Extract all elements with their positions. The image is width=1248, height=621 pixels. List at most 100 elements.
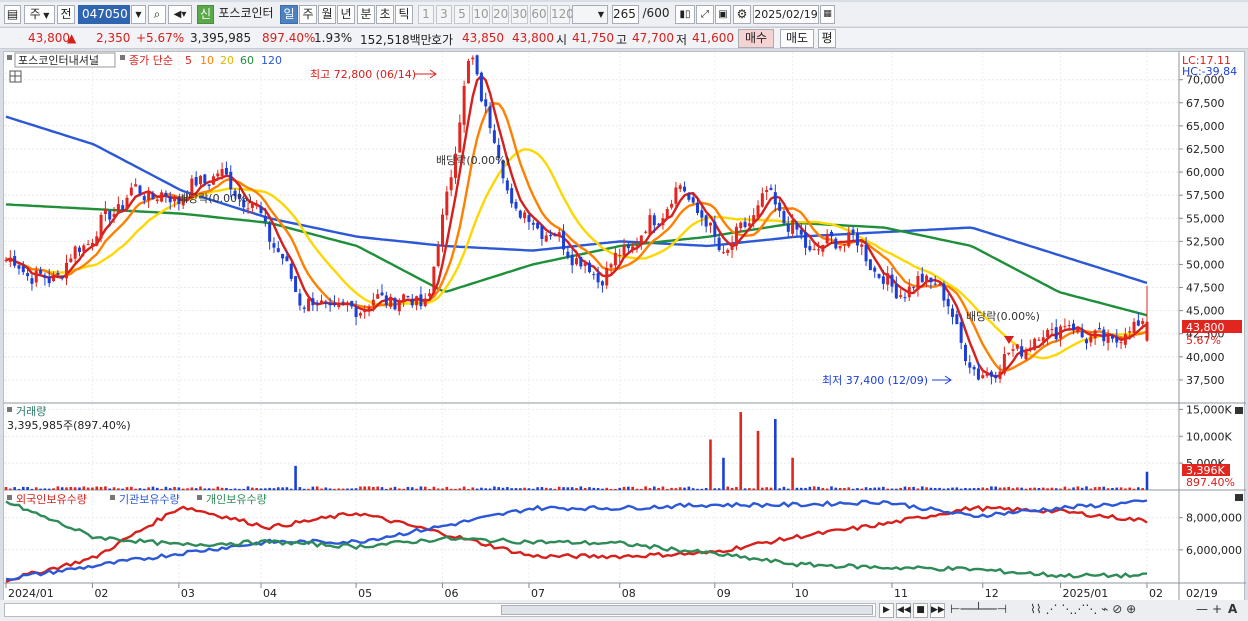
- zoom-out-icon[interactable]: —: [1196, 602, 1208, 616]
- candle-type-icon[interactable]: ▮▯: [675, 5, 695, 24]
- candle-body: [713, 221, 717, 237]
- volume-bar: [255, 488, 258, 490]
- scroll-forward-icon[interactable]: ▶▶: [930, 603, 945, 618]
- scroll-track[interactable]: [4, 603, 876, 617]
- scroll-right-icon[interactable]: ▶: [879, 603, 894, 618]
- volume-bar: [1076, 486, 1080, 490]
- candle-body: [1041, 337, 1045, 342]
- volume-bar: [432, 486, 436, 490]
- interval-button[interactable]: 1: [418, 5, 434, 24]
- period-tab[interactable]: 년: [337, 5, 355, 24]
- interval-button[interactable]: 60: [530, 5, 548, 24]
- interval-button[interactable]: 120: [550, 5, 574, 24]
- volume-bar: [523, 487, 526, 490]
- candle-body: [371, 299, 375, 306]
- volume-bar: [1115, 487, 1119, 490]
- panel-close-icon[interactable]: [1235, 494, 1243, 501]
- volume-bar: [912, 486, 915, 490]
- interval-button[interactable]: 3: [436, 5, 452, 24]
- scroll-back-icon[interactable]: ◀◀: [896, 603, 911, 618]
- candle-body: [942, 283, 946, 301]
- zoom-slider-icon[interactable]: ⊢──┴──⊣: [950, 602, 1007, 616]
- candle-body: [1115, 337, 1119, 343]
- volume-bar: [454, 488, 457, 490]
- font-size-icon[interactable]: A: [1228, 602, 1237, 616]
- volume-bar: [125, 487, 129, 490]
- buy-button[interactable]: 매수: [738, 29, 774, 48]
- code-dropdown-icon[interactable]: ▼: [131, 5, 146, 24]
- volume-bar: [186, 488, 189, 490]
- candle-body: [1046, 329, 1050, 338]
- search-icon[interactable]: ⌕: [148, 5, 166, 24]
- candle-body: [216, 173, 220, 177]
- period-tab[interactable]: 일: [280, 5, 298, 24]
- volume-bar: [938, 487, 941, 490]
- volume-bar: [670, 487, 673, 490]
- scroll-thumb[interactable]: [501, 605, 873, 615]
- draw-tool-icon[interactable]: ⤢: [696, 5, 714, 24]
- interval-button[interactable]: 20: [492, 5, 509, 24]
- gear-icon[interactable]: ⚙: [733, 5, 751, 24]
- volume-bar: [268, 487, 271, 490]
- interval-button[interactable]: 30: [511, 5, 528, 24]
- volume-bar: [298, 487, 302, 490]
- panel-close-icon[interactable]: [1235, 407, 1243, 414]
- market-select[interactable]: 주 ▼: [24, 5, 55, 24]
- credit-badge: 신: [197, 5, 214, 24]
- eval-button[interactable]: 평: [818, 29, 836, 48]
- candle-body: [691, 197, 695, 203]
- speaker-icon[interactable]: ◀▾: [168, 5, 192, 24]
- interval-select[interactable]: ▼: [572, 5, 608, 24]
- interval-button[interactable]: 10: [472, 5, 490, 24]
- candle-body: [747, 223, 751, 227]
- price-tick-label: 65,000: [1186, 120, 1225, 133]
- save-icon[interactable]: ▣: [715, 5, 731, 24]
- volume-bar: [1020, 487, 1023, 490]
- candle-body: [648, 215, 652, 235]
- candle-body: [125, 197, 129, 209]
- low-arrow-icon: [932, 375, 952, 385]
- candle-body: [263, 215, 267, 222]
- volume-bar: [1098, 486, 1101, 490]
- period-tab[interactable]: 월: [318, 5, 336, 24]
- volume-bar: [1050, 487, 1054, 490]
- current-price: 43,800: [28, 31, 70, 45]
- price-tick-label: 47,500: [1186, 282, 1225, 295]
- panel-bullet-icon: [197, 495, 202, 500]
- volume-bar: [557, 486, 561, 490]
- candle-body: [916, 276, 920, 290]
- candle-body: [514, 201, 518, 209]
- candle-body: [1089, 336, 1093, 343]
- period-tab[interactable]: 분: [357, 5, 375, 24]
- period-tab[interactable]: 초: [376, 5, 394, 24]
- volume-bar: [385, 488, 388, 490]
- period-tab[interactable]: 주: [299, 5, 317, 24]
- sell-button[interactable]: 매도: [780, 29, 814, 48]
- prev-button[interactable]: 전: [57, 5, 75, 24]
- chart-area[interactable]: 37,500 40,000 42,500 45,000 47,500 50,000 52,5…: [3, 51, 1246, 602]
- volume-bar: [899, 487, 902, 490]
- volume-bar: [181, 488, 185, 490]
- ex-dividend-label-1: 배당락(0.00%): [178, 192, 252, 205]
- change-value: 2,350: [96, 31, 131, 45]
- volume-bar: [990, 486, 993, 490]
- date-input[interactable]: 2025/02/19: [753, 5, 819, 24]
- stop-icon[interactable]: ■: [913, 603, 928, 618]
- volume-bar: [143, 488, 146, 490]
- zoom-in-icon[interactable]: +: [1212, 602, 1222, 616]
- calendar-icon[interactable]: ▦: [820, 5, 835, 24]
- candle-body: [881, 276, 885, 284]
- stock-code-input[interactable]: 047050: [78, 5, 130, 24]
- drawing-tools-icon[interactable]: ⌇⌇ ⋰ ⋱⋰⋱ ⌁ ⊘ ⊕: [1030, 602, 1136, 616]
- volume-bar: [78, 487, 81, 490]
- volume-bar: [570, 487, 574, 490]
- volume-bar: [527, 488, 531, 490]
- candle-body: [765, 190, 769, 192]
- period-tab[interactable]: 틱: [395, 5, 413, 24]
- volume-bar: [475, 488, 479, 490]
- interval-button[interactable]: 5: [454, 5, 470, 24]
- volume-bar: [1007, 486, 1010, 490]
- volume-bar: [562, 487, 565, 490]
- window-menu-icon[interactable]: ▤: [4, 5, 21, 24]
- count-input[interactable]: 265: [612, 5, 639, 24]
